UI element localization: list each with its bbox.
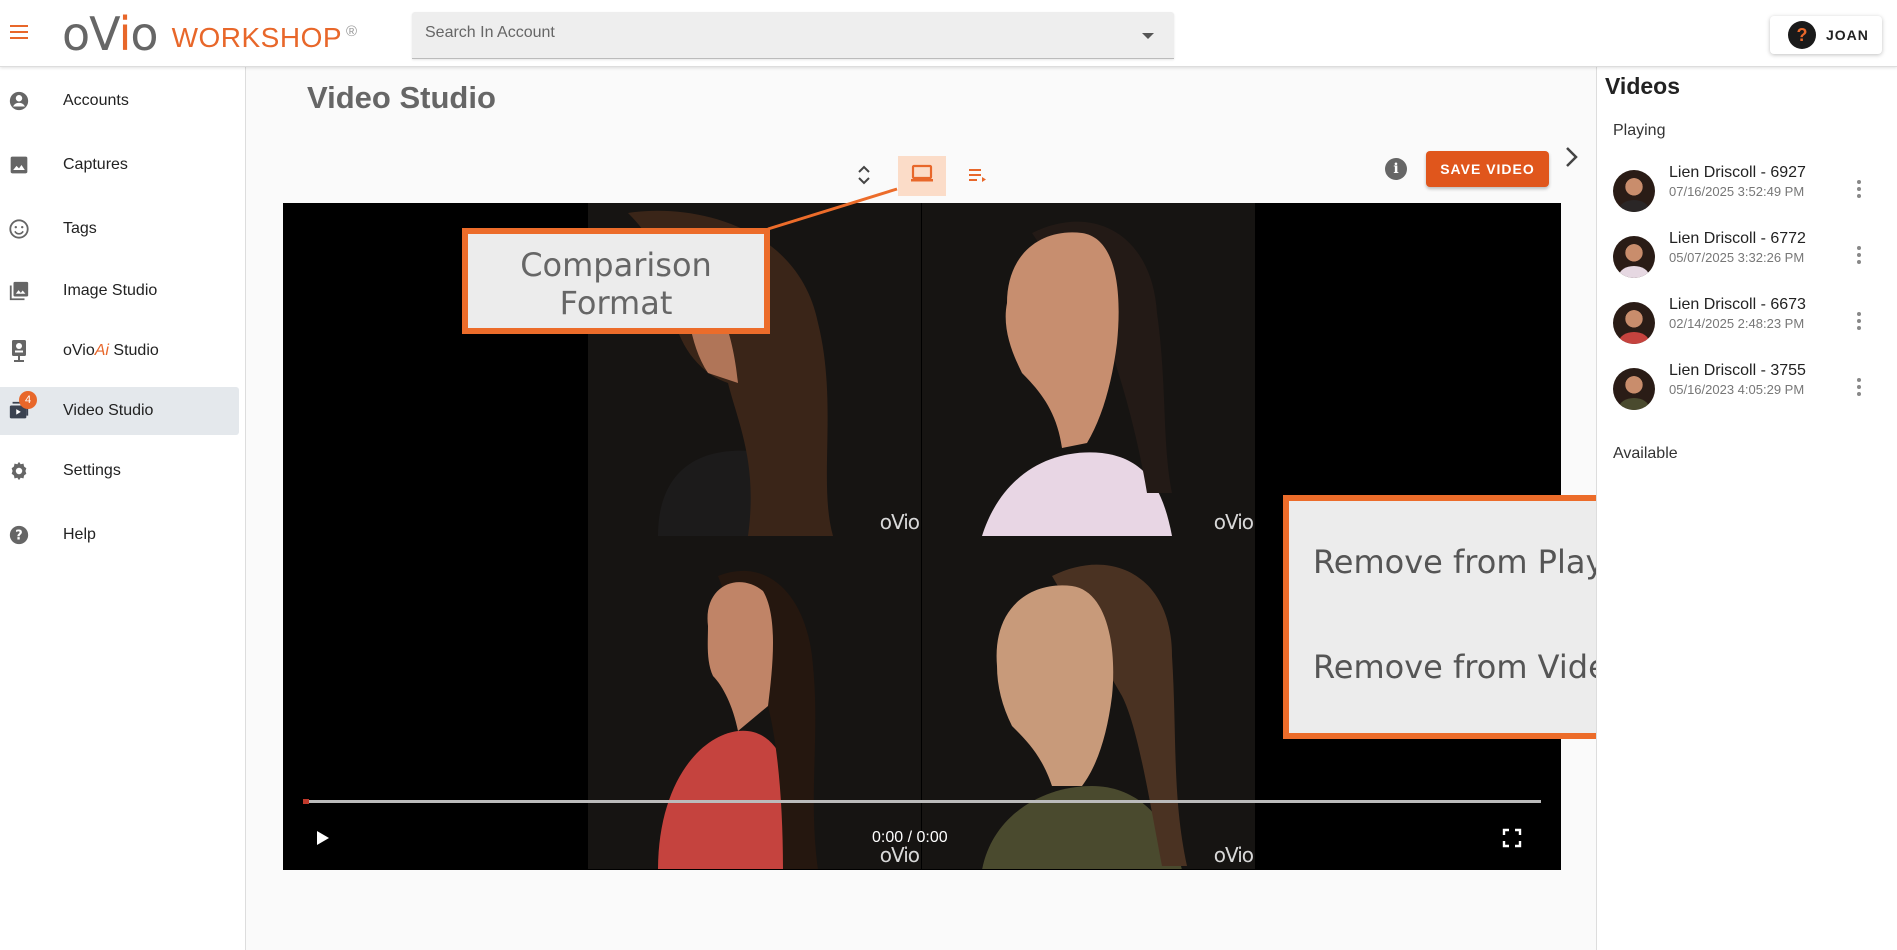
videos-panel-title: Videos — [1605, 73, 1680, 99]
sidebar-item-label: oVioAi Studio — [63, 342, 159, 360]
playlist-icon — [968, 167, 988, 188]
sidebar-item-tags[interactable]: Tags — [0, 205, 239, 253]
video-title: Lien Driscoll - 6772 — [1669, 230, 1806, 247]
video-thumbnail — [1613, 368, 1655, 410]
more-options-icon[interactable] — [1857, 378, 1863, 398]
video-list-item[interactable]: Lien Driscoll - 6927 07/16/2025 3:52:49 … — [1613, 164, 1893, 220]
gear-icon — [8, 460, 30, 482]
page-title: Video Studio — [307, 80, 496, 115]
video-progress-bar[interactable] — [303, 799, 1541, 804]
video-title: Lien Driscoll - 6673 — [1669, 296, 1806, 313]
callout-line-1: Comparison — [520, 246, 712, 284]
sidebar-item-help[interactable]: ? Help — [0, 511, 239, 559]
video-date: 05/07/2025 3:32:26 PM — [1669, 250, 1805, 265]
video-date: 02/14/2025 2:48:23 PM — [1669, 316, 1805, 331]
profile-image — [658, 571, 818, 869]
ovio-watermark: oVio — [879, 510, 920, 534]
profile-image — [982, 564, 1187, 869]
video-thumbnail — [1613, 236, 1655, 278]
ovio-device-icon — [8, 340, 30, 362]
sidebar-item-accounts[interactable]: Accounts — [0, 77, 239, 125]
label-ai-mark: Ai — [94, 342, 109, 359]
sidebar-item-video-studio[interactable]: 4 Video Studio — [0, 387, 239, 435]
video-thumbnail — [1613, 170, 1655, 212]
sidebar: Accounts Captures Tags Image Studio oVio… — [0, 67, 246, 950]
play-button[interactable] — [313, 829, 331, 847]
dropdown-arrow-icon[interactable] — [1142, 33, 1154, 39]
sidebar-item-label: Settings — [63, 462, 121, 479]
chevron-right-icon[interactable] — [1558, 144, 1584, 170]
more-options-icon[interactable] — [1857, 312, 1863, 332]
unfold-icon — [857, 164, 871, 191]
sidebar-item-captures[interactable]: Captures — [0, 141, 239, 189]
comparison-format-callout: Comparison Format — [462, 228, 770, 334]
notification-badge: 4 — [19, 391, 37, 409]
smiley-icon — [8, 218, 30, 240]
top-app-bar: oVio WORKSHOP ® ? JOAN — [0, 0, 1897, 67]
account-search[interactable] — [412, 12, 1174, 59]
help-icon: ? — [8, 524, 30, 546]
video-title: Lien Driscoll - 3755 — [1669, 362, 1806, 379]
profile-image — [982, 221, 1172, 536]
reorder-button[interactable] — [840, 157, 888, 197]
label-prefix: oVio — [63, 342, 95, 359]
video-date: 05/16/2023 4:05:29 PM — [1669, 382, 1805, 397]
play-icon — [317, 831, 329, 845]
ovio-watermark: oVio — [1213, 510, 1254, 534]
search-input[interactable] — [425, 24, 1125, 42]
sidebar-item-label: Video Studio — [63, 402, 154, 419]
sidebar-item-settings[interactable]: Settings — [0, 447, 239, 495]
video-thumbnail — [1613, 302, 1655, 344]
laptop-icon — [910, 164, 934, 189]
progress-handle[interactable] — [303, 799, 309, 804]
svg-text:?: ? — [15, 529, 22, 544]
video-tile-bottom-left: oVio — [588, 536, 921, 869]
video-title: Lien Driscoll - 6927 — [1669, 164, 1806, 181]
logo-registered-mark: ® — [346, 22, 358, 40]
info-icon[interactable]: i — [1385, 158, 1407, 180]
more-options-icon[interactable] — [1857, 246, 1863, 266]
video-date: 07/16/2025 3:52:49 PM — [1669, 184, 1805, 199]
sidebar-item-label: Tags — [63, 220, 97, 237]
video-list-item[interactable]: Lien Driscoll - 3755 05/16/2023 4:05:29 … — [1613, 362, 1893, 418]
logo-ovio-text: oVio — [62, 7, 159, 61]
label-suffix: Studio — [108, 342, 159, 359]
videos-panel: Videos Playing Lien Driscoll - 6927 07/1… — [1596, 67, 1897, 950]
playlist-button[interactable] — [954, 157, 1002, 197]
image-icon — [8, 154, 30, 176]
video-tile-bottom-right: oVio — [922, 536, 1255, 869]
photo-library-icon — [8, 280, 30, 302]
video-list-item[interactable]: Lien Driscoll - 6772 05/07/2025 3:32:26 … — [1613, 230, 1893, 286]
sidebar-item-label: Accounts — [63, 92, 129, 109]
sidebar-item-label: Captures — [63, 156, 128, 173]
fullscreen-icon — [1502, 828, 1522, 848]
sidebar-item-ovio-ai-studio[interactable]: oVioAi Studio — [0, 327, 239, 375]
remove-from-player-option[interactable]: Remove from Player — [1313, 543, 1637, 581]
comparison-format-button[interactable] — [898, 156, 946, 196]
menu-icon[interactable] — [10, 25, 28, 39]
account-circle-icon — [8, 90, 30, 112]
video-list-item[interactable]: Lien Driscoll - 6673 02/14/2025 2:48:23 … — [1613, 296, 1893, 352]
user-name: JOAN — [1826, 27, 1869, 43]
app-logo[interactable]: oVio WORKSHOP ® — [62, 7, 358, 61]
save-video-button[interactable]: SAVE VIDEO — [1426, 151, 1549, 187]
logo-workshop-text: WORKSHOP — [171, 22, 343, 53]
sidebar-item-image-studio[interactable]: Image Studio — [0, 267, 239, 315]
video-time: 0:00 / 0:00 — [872, 829, 948, 846]
more-options-icon[interactable] — [1857, 180, 1863, 200]
ovio-watermark: oVio — [1213, 843, 1254, 867]
user-menu-button[interactable]: ? JOAN — [1770, 16, 1882, 54]
callout-line-2: Format — [559, 284, 673, 322]
available-section-label: Available — [1613, 445, 1678, 462]
video-tile-top-right: oVio — [922, 203, 1255, 536]
user-avatar: ? — [1788, 21, 1816, 49]
sidebar-item-label: Help — [63, 526, 96, 543]
fullscreen-button[interactable] — [1502, 828, 1522, 848]
playing-section-label: Playing — [1613, 122, 1666, 139]
sidebar-item-label: Image Studio — [63, 282, 158, 299]
